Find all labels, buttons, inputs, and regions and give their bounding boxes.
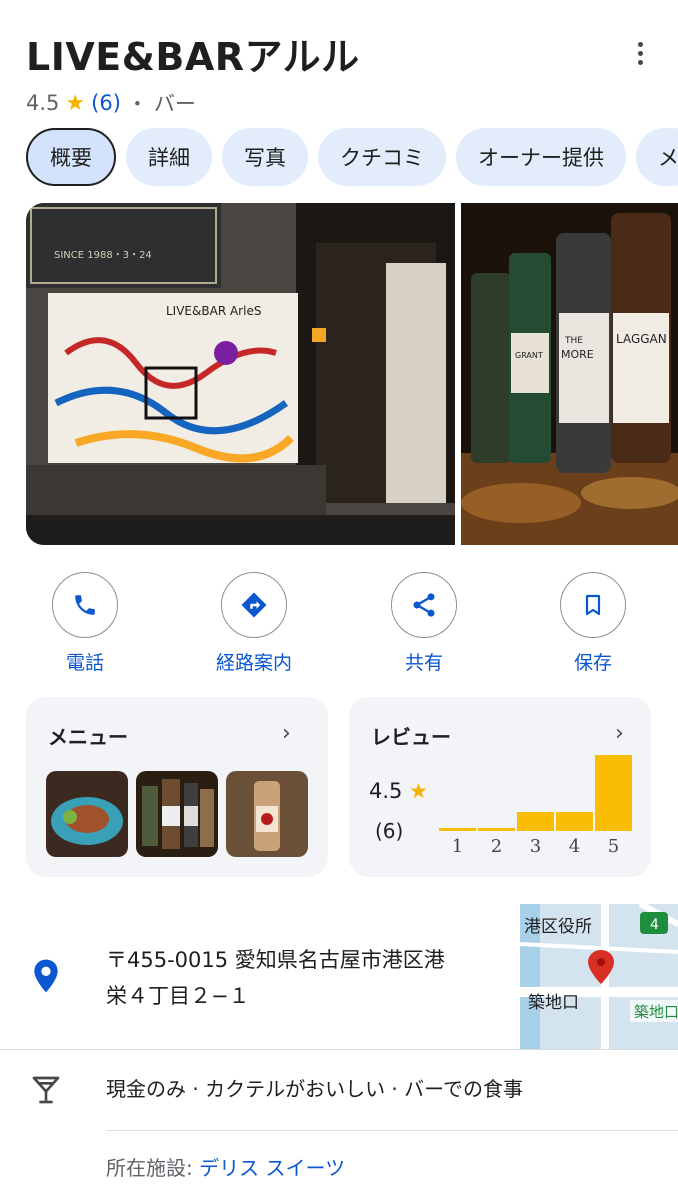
share-action[interactable]: 共有 [359, 572, 489, 675]
rating-row: 4.5 ★ (6) ・ バー [26, 88, 196, 118]
menu-card[interactable]: メニュー › [26, 697, 328, 877]
separator: ・ [126, 92, 148, 116]
tab-owner-provided[interactable]: オーナー提供 [456, 128, 626, 186]
sign-text: SINCE 1988・3・24 [54, 250, 152, 261]
mural-text: LIVE&BAR ArleS [166, 304, 261, 318]
tab-bar: 概要 詳細 写真 クチコミ オーナー提供 メ [26, 128, 678, 186]
directions-icon [221, 572, 287, 638]
map-label: 築地口 [528, 993, 579, 1013]
review-bar-3 [517, 812, 554, 831]
directions-label: 経路案内 [215, 652, 292, 674]
menu-photo-food[interactable] [46, 771, 128, 857]
star-icon: ★ [65, 90, 86, 116]
review-bar-label: 1 [452, 836, 463, 857]
phone-icon [52, 572, 118, 638]
facility-prefix: 所在施設: [106, 1156, 200, 1180]
tab-menu[interactable]: メ [636, 128, 678, 186]
review-bar-2 [478, 828, 515, 831]
storefront-photo-art: SINCE 1988・3・24 LIVE&BAR ArleS [26, 203, 455, 545]
directions-action[interactable]: 経路案内 [189, 572, 319, 675]
address-line-1: 〒455-0015 愛知県名古屋市港区港 [106, 948, 445, 972]
route-number: 4 [650, 917, 659, 933]
review-bar-4 [556, 812, 593, 831]
divider [0, 1049, 678, 1050]
chevron-right-icon: › [615, 721, 624, 746]
review-count: (6) [375, 819, 404, 843]
bottles-photo[interactable]: THE MORE LAGGAN GRANT [461, 203, 678, 545]
save-label: 保存 [573, 652, 612, 674]
review-count-link[interactable]: (6) [91, 91, 121, 115]
review-bar-1 [439, 828, 476, 831]
facility-link[interactable]: デリス スイーツ [199, 1156, 345, 1180]
review-card-title: レビュー [371, 725, 451, 749]
location-pin-icon [32, 958, 60, 998]
bottle-label-text: MORE [561, 348, 594, 361]
menu-card-title: メニュー [48, 725, 128, 749]
photo-strip: SINCE 1988・3・24 LIVE&BAR ArleS THE MORE … [26, 203, 678, 545]
more-options-icon[interactable] [630, 42, 650, 68]
facility-row: 所在施設: デリス スイーツ [106, 1152, 345, 1181]
bottle-label-text: GRANT [515, 351, 543, 360]
cocktail-icon [30, 1074, 62, 1110]
save-action[interactable]: 保存 [528, 572, 658, 675]
features-text: 現金のみ · カクテルがおいしい · バーでの食事 [106, 1077, 523, 1101]
review-card[interactable]: レビュー › 4.5 ★ (6) 1 2 3 4 5 [349, 697, 651, 877]
review-score: 4.5 ★ [369, 779, 428, 803]
menu-photo-drink[interactable] [226, 771, 308, 857]
bookmark-icon [560, 572, 626, 638]
address[interactable]: 〒455-0015 愛知県名古屋市港区港 栄４丁目２−１ [106, 942, 486, 1014]
place-title: LIVE&BARアルル [26, 35, 360, 79]
review-distribution-chart: 1 2 3 4 5 [439, 755, 632, 857]
review-bar-label: 3 [530, 836, 541, 857]
category-label: バー [153, 92, 196, 116]
divider [106, 1130, 678, 1131]
tab-details[interactable]: 詳細 [126, 128, 212, 186]
review-bar-label: 2 [491, 836, 502, 857]
tab-photos[interactable]: 写真 [222, 128, 308, 186]
address-line-2: 栄４丁目２−１ [106, 984, 250, 1008]
rating-value: 4.5 [26, 91, 60, 115]
map-thumbnail[interactable]: 4 港区役所 築地口 築地口 [520, 904, 678, 1049]
review-bar-label: 5 [608, 836, 619, 857]
review-bar-5 [595, 755, 632, 831]
map-label: 築地口 [634, 1003, 678, 1021]
call-label: 電話 [65, 652, 104, 674]
tab-overview[interactable]: 概要 [26, 128, 116, 186]
share-label: 共有 [404, 652, 443, 674]
map-label: 港区役所 [524, 917, 592, 937]
call-action[interactable]: 電話 [20, 572, 150, 675]
tab-reviews[interactable]: クチコミ [318, 128, 446, 186]
storefront-photo[interactable]: SINCE 1988・3・24 LIVE&BAR ArleS [26, 203, 455, 545]
bottles-photo-art: THE MORE LAGGAN GRANT [461, 203, 678, 545]
bottle-label-text: LAGGAN [616, 332, 667, 346]
menu-photo-bottles[interactable] [136, 771, 218, 857]
bottle-label-text: THE [564, 336, 583, 346]
chevron-right-icon: › [282, 721, 291, 746]
review-score-value: 4.5 [369, 779, 403, 803]
star-icon: ★ [409, 779, 428, 803]
share-icon [391, 572, 457, 638]
review-bar-label: 4 [569, 836, 580, 857]
